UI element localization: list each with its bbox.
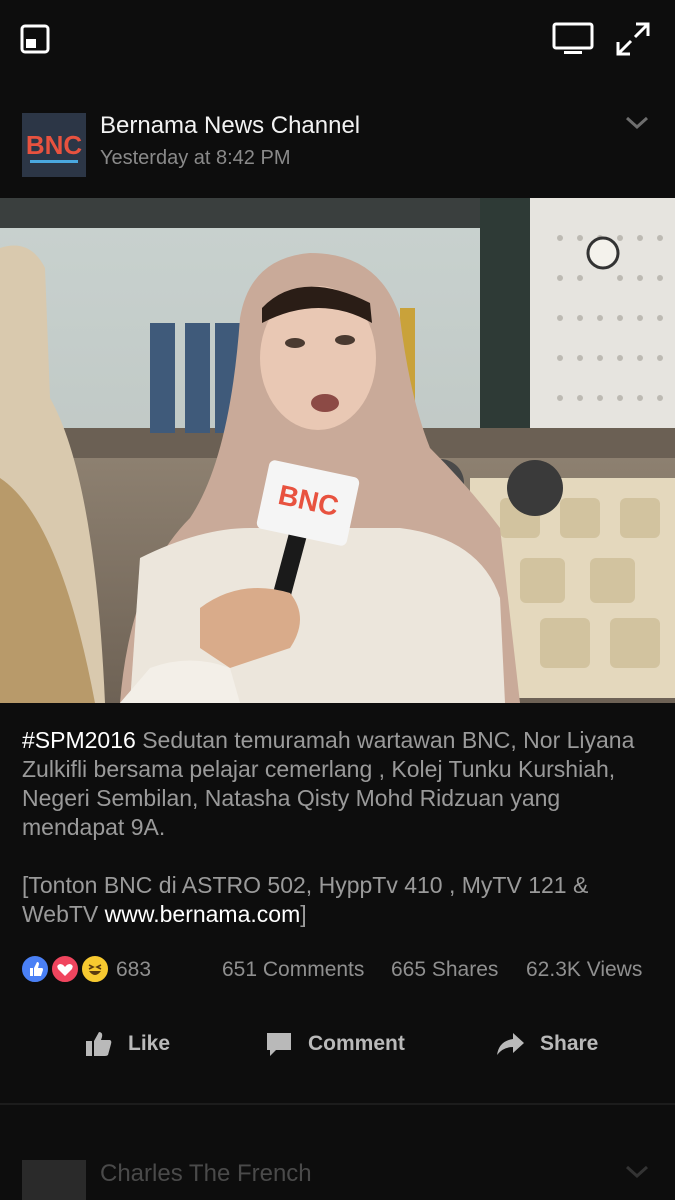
share-button[interactable]: Share [494,1020,598,1068]
page-avatar[interactable]: BNC [22,113,86,177]
post-caption: #SPM2016 Sedutan temuramah wartawan BNC,… [22,726,662,929]
avatar-logo-text: BNC [26,130,83,160]
post-timestamp[interactable]: Yesterday at 8:42 PM [100,147,291,170]
post-actions-bar: Like Comment Share [0,1020,675,1070]
cast-to-tv-button[interactable] [552,22,594,56]
comment-button[interactable]: Comment [264,1020,405,1068]
hashtag-link[interactable]: #SPM2016 [22,727,136,753]
fullscreen-button[interactable] [616,22,650,56]
next-post-options-button[interactable] [624,1164,650,1185]
like-button[interactable]: Like [84,1020,170,1068]
next-post-avatar[interactable] [22,1160,86,1200]
expand-arrows-icon [616,22,650,56]
caption-watch-suffix: ] [300,901,307,927]
picture-in-picture-button[interactable] [20,24,50,54]
post-header: BNC Bernama News Channel Yesterday at 8:… [0,95,675,195]
website-link[interactable]: www.bernama.com [105,901,301,927]
bnc-logo-image: BNC [22,113,86,177]
tv-screen-icon [552,22,594,54]
comment-bubble-icon [267,1033,291,1056]
post-divider [0,1103,675,1105]
page-name[interactable]: Bernama News Channel [100,112,360,140]
views-count: 62.3K Views [526,958,643,981]
chevron-down-icon [625,1165,649,1179]
like-label: Like [128,1032,171,1055]
reactions-count[interactable]: 683 [116,958,151,982]
caption-paragraph: #SPM2016 Sedutan temuramah wartawan BNC,… [22,726,662,842]
comments-count[interactable]: 651 Comments [222,958,364,982]
next-post-header: Charles The French [0,1140,675,1200]
next-post-page-name[interactable]: Charles The French [100,1160,312,1188]
haha-reaction-icon [80,954,110,984]
like-reaction-icon [20,954,50,984]
chevron-down-icon [625,116,649,130]
video-thumbnail-image: BNC [0,198,675,703]
caption-watch-paragraph: [Tonton BNC di ASTRO 502, HyppTv 410 , M… [22,871,662,929]
picture-in-picture-icon [20,24,50,54]
post-options-button[interactable] [624,115,650,136]
love-reaction-icon [50,954,80,984]
thumbs-up-icon [86,1032,112,1056]
shares-count[interactable]: 665 Shares [391,958,498,982]
share-arrow-icon [497,1033,524,1055]
comment-label: Comment [308,1032,405,1055]
share-label: Share [540,1032,599,1055]
video-player[interactable]: BNC [0,198,675,703]
post-stats: 683 651 Comments 665 Shares 62.3K Views [0,952,675,988]
